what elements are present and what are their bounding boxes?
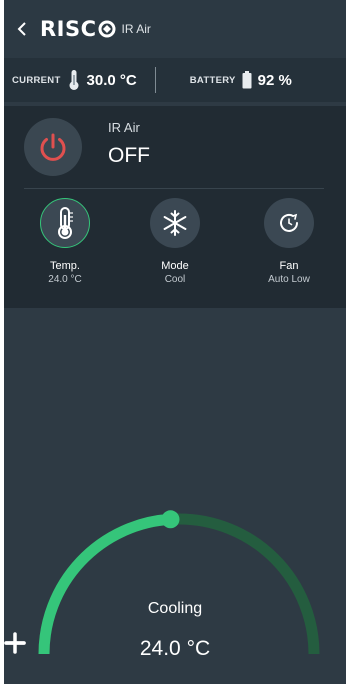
top-bar: RISC IR Air	[4, 0, 346, 58]
temp-control-button[interactable]	[40, 198, 90, 248]
logo-mark-icon	[98, 20, 116, 38]
mode-control-label: Mode	[161, 260, 189, 272]
setpoint-value: 24.0 °C	[139, 637, 211, 660]
power-row: IR Air OFF	[4, 106, 346, 186]
current-temp-value: 30.0 °C	[86, 71, 137, 89]
back-button[interactable]	[4, 0, 40, 58]
increase-button[interactable]	[4, 632, 256, 666]
temp-control[interactable]: Temp. 24.0 °C	[20, 198, 110, 285]
fan-control-button[interactable]	[264, 198, 314, 248]
status-bar: CURRENT 30.0 °C BATTERY 92 %	[4, 58, 346, 102]
thermostat-mode: Cooling	[147, 600, 203, 617]
current-temp-stat: CURRENT 30.0 °C	[4, 58, 137, 102]
app-frame: RISC IR Air CURRENT 30.0 °C BATTERY 92 %…	[4, 0, 346, 684]
mode-control-value: Cool	[164, 274, 186, 285]
setpoint-row: 24.0 °C	[4, 632, 346, 666]
fan-control-value: Auto Low	[268, 274, 310, 285]
temp-control-value: 24.0 °C	[48, 274, 82, 285]
mode-control-button[interactable]	[150, 198, 200, 248]
fan-control[interactable]: Fan Auto Low	[244, 198, 334, 285]
battery-stat: BATTERY 92 %	[156, 58, 292, 102]
device-panel: IR Air OFF Temp. 24.0 °C Mode Cool Fan A…	[4, 106, 346, 308]
battery-icon	[242, 71, 252, 89]
thermostat-dial: Cooling 24.0 °C	[4, 500, 346, 684]
setpoint-knob[interactable]	[161, 510, 180, 529]
mode-control[interactable]: Mode Cool	[130, 198, 220, 285]
thermometer-small-icon	[69, 70, 79, 90]
panel-separator	[24, 188, 324, 189]
fan-control-label: Fan	[279, 260, 299, 272]
device-name: IR Air	[108, 120, 140, 135]
device-state: OFF	[108, 144, 150, 167]
brand-logo: RISC IR Air	[40, 17, 151, 41]
plus-icon	[4, 632, 26, 654]
battery-label: BATTERY	[189, 74, 236, 86]
decrease-button[interactable]	[4, 632, 128, 666]
power-icon	[40, 133, 66, 161]
chevron-left-icon	[17, 22, 26, 36]
fan-icon	[280, 213, 298, 232]
current-label: CURRENT	[12, 74, 61, 86]
logo-text: RISC	[40, 17, 97, 41]
battery-value: 92 %	[257, 71, 292, 89]
snowflake-icon	[163, 210, 187, 236]
temp-control-label: Temp.	[50, 260, 80, 272]
thermometer-icon	[58, 207, 73, 239]
device-title: IR Air	[121, 22, 151, 36]
power-button[interactable]	[24, 118, 82, 176]
